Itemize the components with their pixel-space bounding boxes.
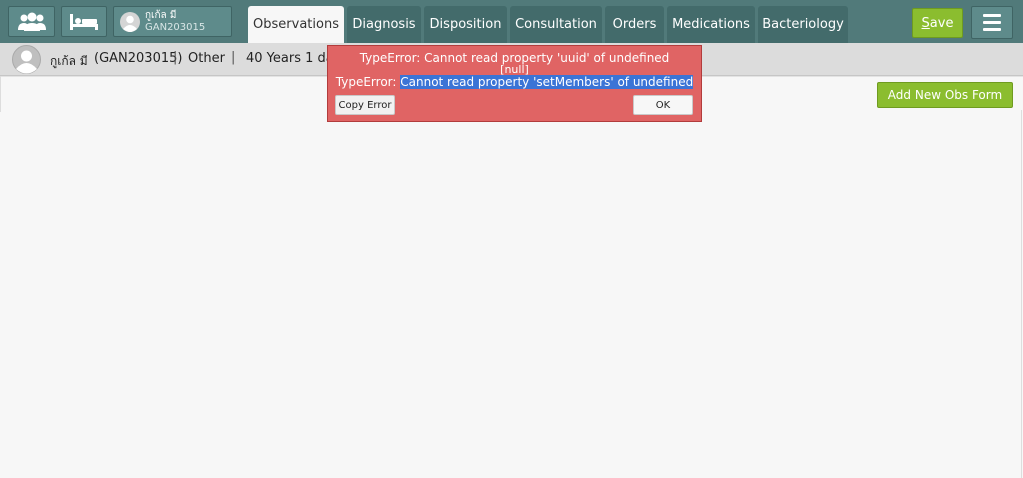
- patients-button[interactable]: [8, 6, 55, 37]
- info-separator: |: [231, 50, 236, 65]
- error-dialog: TypeError: Cannot read property 'uuid' o…: [327, 45, 702, 122]
- tab-orders[interactable]: Orders: [605, 6, 664, 43]
- tab-diagnosis[interactable]: Diagnosis: [347, 6, 421, 43]
- patient-name: กูเก้ล มี: [50, 54, 88, 68]
- ok-button[interactable]: OK: [633, 95, 693, 115]
- user-avatar-icon: [120, 11, 140, 32]
- user-avatar-icon: [12, 45, 41, 74]
- tab-medications[interactable]: Medications: [667, 6, 755, 43]
- tab-bacteriology[interactable]: Bacteriology: [758, 6, 848, 43]
- info-separator: |: [173, 50, 178, 65]
- patients-group-icon: [17, 12, 46, 31]
- patient-dashboard-button[interactable]: กูเก้ล มี GAN203015: [113, 6, 232, 37]
- content-right-border: [1021, 110, 1022, 478]
- top-navigation-bar: กูเก้ล มี GAN203015 Observations Diagnos…: [0, 0, 1023, 43]
- tab-observations[interactable]: Observations: [248, 6, 344, 43]
- error-message-prefix: TypeError:: [335, 75, 401, 89]
- patient-button-name: กูเก้ล มี: [145, 9, 177, 21]
- selected-error-text[interactable]: Cannot read property 'setMembers' of und…: [400, 75, 694, 89]
- bed-icon: [70, 13, 98, 30]
- error-message-setmembers[interactable]: TypeError: Cannot read property 'setMemb…: [328, 75, 701, 89]
- copy-error-button[interactable]: Copy Error: [335, 95, 395, 115]
- tab-consultation[interactable]: Consultation: [510, 6, 602, 43]
- save-button-label: ave: [929, 15, 954, 31]
- patient-gender: Other: [188, 51, 225, 66]
- patient-identifier: (GAN203015): [94, 51, 183, 66]
- add-new-obs-form-button[interactable]: Add New Obs Form: [877, 82, 1013, 108]
- error-message-null: [null]: [500, 63, 529, 76]
- save-button[interactable]: Save: [912, 8, 963, 38]
- content-left-border: [0, 76, 1, 112]
- patient-button-id: GAN203015: [145, 21, 206, 33]
- save-button-accelerator: S: [921, 15, 930, 31]
- bed-management-button[interactable]: [61, 6, 107, 37]
- tab-disposition[interactable]: Disposition: [424, 6, 507, 43]
- hamburger-menu-icon[interactable]: [971, 6, 1013, 39]
